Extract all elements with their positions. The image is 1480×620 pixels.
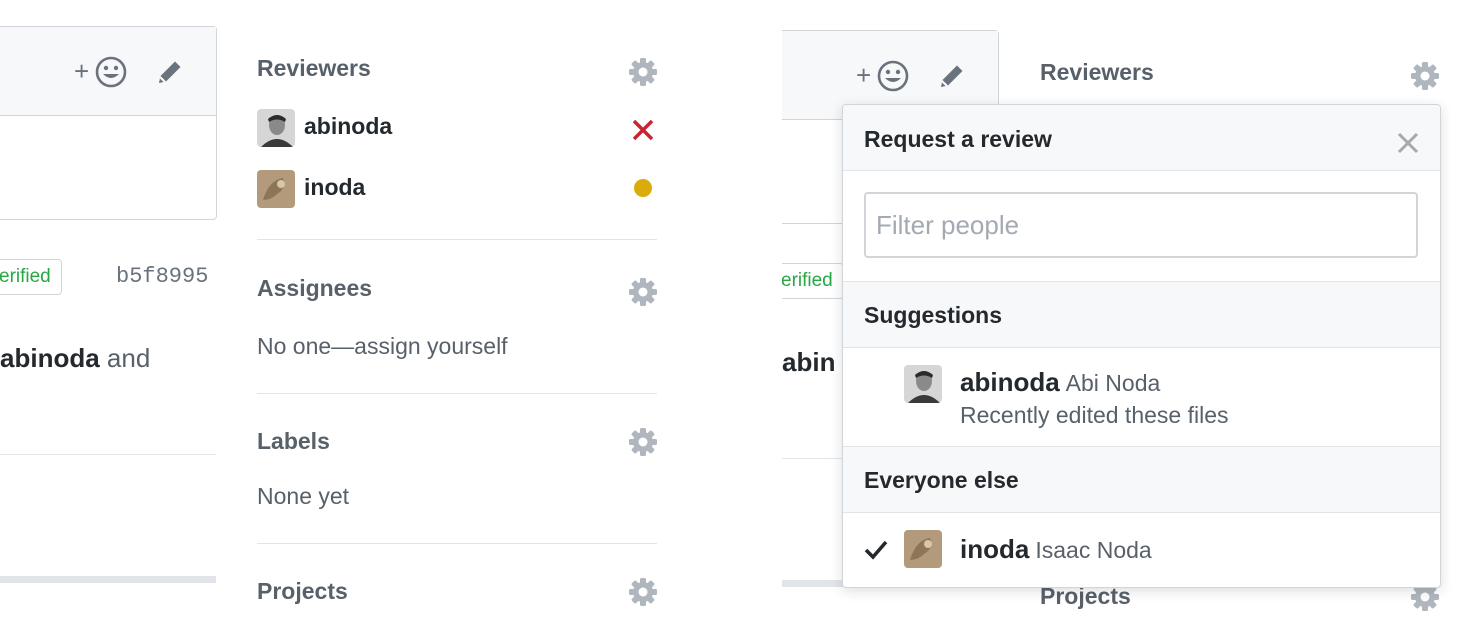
- reviewer-inoda-name[interactable]: inoda: [304, 174, 365, 201]
- changes-requested-x-icon: [632, 119, 654, 141]
- timeline-event-text: abinoda and: [0, 343, 150, 374]
- sidebar-divider-1: [257, 239, 657, 240]
- assign-yourself-link[interactable]: No one—assign yourself: [257, 333, 508, 360]
- projects-heading[interactable]: Projects: [257, 578, 348, 605]
- request-review-popover: Request a review Suggestions abinodaAbi …: [842, 104, 1441, 588]
- sidebar-divider-2: [257, 393, 657, 394]
- reviewers-gear-icon[interactable]: [628, 57, 658, 87]
- check-icon: [864, 540, 888, 560]
- avatar-inoda-list: [904, 530, 942, 568]
- add-reaction-icon[interactable]: +: [74, 55, 130, 94]
- pending-review-dot-icon: [634, 179, 652, 197]
- commit-sha[interactable]: b5f8995: [116, 264, 208, 289]
- avatar-inoda[interactable]: [257, 170, 295, 208]
- labels-heading[interactable]: Labels: [257, 428, 330, 455]
- reviewers-heading[interactable]: Reviewers: [257, 55, 371, 82]
- suggestion-fullname: Abi Noda: [1065, 370, 1161, 396]
- user-names-inoda: inoda Isaac Noda: [960, 534, 1152, 565]
- everyone-else-label: Everyone else: [864, 467, 1019, 493]
- suggestion-names: abinoda Abi Noda: [960, 367, 1160, 398]
- edit-pencil-icon[interactable]: [155, 57, 185, 92]
- filter-section: [843, 171, 1440, 282]
- avatar-abinoda-suggestion: [904, 365, 942, 403]
- verified-label: erified: [0, 266, 51, 287]
- suggestion-item-abinoda[interactable]: abinoda Abi Noda Recently edited these fi…: [843, 348, 1440, 447]
- labels-gear-icon[interactable]: [628, 427, 658, 457]
- timeline-bar: [0, 576, 216, 583]
- assignees-gear-icon[interactable]: [628, 277, 658, 307]
- suggestions-header-label: Suggestions: [864, 302, 1003, 328]
- add-reaction-icon-right[interactable]: +: [856, 59, 912, 98]
- suggestion-login: abinoda: [960, 367, 1060, 397]
- avatar-abinoda[interactable]: [257, 109, 295, 147]
- svg-text:+: +: [856, 60, 871, 90]
- comment-box-toolbar: +: [0, 27, 216, 116]
- suggestion-reason: Recently edited these files: [960, 402, 1229, 428]
- close-icon[interactable]: [1397, 132, 1419, 154]
- everyone-else-header: Everyone else: [843, 447, 1440, 513]
- assignees-heading[interactable]: Assignees: [257, 275, 372, 302]
- edit-pencil-icon-right[interactable]: [937, 61, 967, 96]
- svg-text:+: +: [74, 56, 89, 86]
- popover-title: Request a review: [864, 126, 1052, 152]
- projects-gear-icon[interactable]: [628, 577, 658, 607]
- reviewers-heading-right[interactable]: Reviewers: [1040, 59, 1154, 86]
- filter-people-input[interactable]: [864, 192, 1418, 258]
- verified-label-right: erified: [782, 270, 833, 291]
- timeline-user-link-right[interactable]: abin: [782, 347, 835, 377]
- timeline-divider: [0, 454, 216, 455]
- timeline-event-rest: and: [99, 343, 151, 373]
- labels-empty-text: None yet: [257, 483, 350, 509]
- verified-badge-right[interactable]: erified: [782, 263, 844, 299]
- popover-header: Request a review: [843, 105, 1440, 171]
- reviewers-gear-icon-right[interactable]: [1410, 61, 1440, 91]
- suggestions-header: Suggestions: [843, 282, 1440, 348]
- comment-box: +: [0, 26, 217, 220]
- sidebar-divider-3: [257, 543, 657, 544]
- timeline-user-link[interactable]: abinoda: [0, 343, 100, 373]
- user-fullname-inoda: Isaac Noda: [1035, 537, 1152, 563]
- timeline-event-text-right: abin: [782, 347, 835, 378]
- reviewer-abinoda-name[interactable]: abinoda: [304, 113, 392, 140]
- verified-badge[interactable]: erified: [0, 259, 62, 295]
- user-item-inoda[interactable]: inoda Isaac Noda: [843, 513, 1440, 587]
- user-login-inoda: inoda: [960, 534, 1030, 564]
